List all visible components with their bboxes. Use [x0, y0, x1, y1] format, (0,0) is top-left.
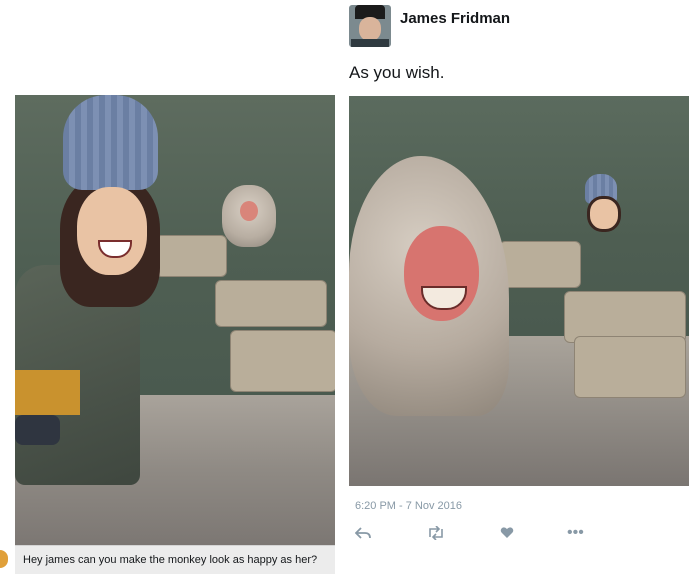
- woman-shoe: [15, 415, 60, 445]
- original-photo[interactable]: [15, 95, 335, 545]
- tweet-actions: •••: [354, 524, 585, 546]
- avatar-shirt: [351, 39, 389, 47]
- rock: [499, 241, 581, 288]
- woman-pants: [15, 370, 80, 415]
- original-caption: Hey james can you make the monkey look a…: [23, 554, 318, 566]
- avatar-face: [359, 17, 381, 41]
- original-caption-bar: Hey james can you make the monkey look a…: [15, 545, 335, 574]
- woman-face: [77, 187, 147, 275]
- rock: [230, 330, 335, 392]
- more-icon[interactable]: •••: [567, 524, 584, 542]
- author-name[interactable]: James Fridman: [400, 10, 510, 27]
- reply-icon[interactable]: [354, 526, 371, 543]
- tweet-timestamp[interactable]: 6:20 PM - 7 Nov 2016: [355, 500, 462, 512]
- rock: [574, 336, 686, 398]
- woman-beanie: [63, 95, 158, 190]
- commenter-avatar[interactable]: [0, 550, 8, 568]
- woman-in-water-face: [587, 196, 621, 232]
- edited-photo[interactable]: [349, 96, 689, 486]
- author-avatar[interactable]: [349, 5, 391, 47]
- monkey-in-water: [222, 185, 276, 247]
- retweet-icon[interactable]: [427, 525, 445, 543]
- heart-icon[interactable]: [500, 526, 514, 542]
- rock: [215, 280, 327, 327]
- reply-text: As you wish.: [349, 63, 445, 82]
- rock: [155, 235, 227, 277]
- monkey-face: [240, 201, 258, 221]
